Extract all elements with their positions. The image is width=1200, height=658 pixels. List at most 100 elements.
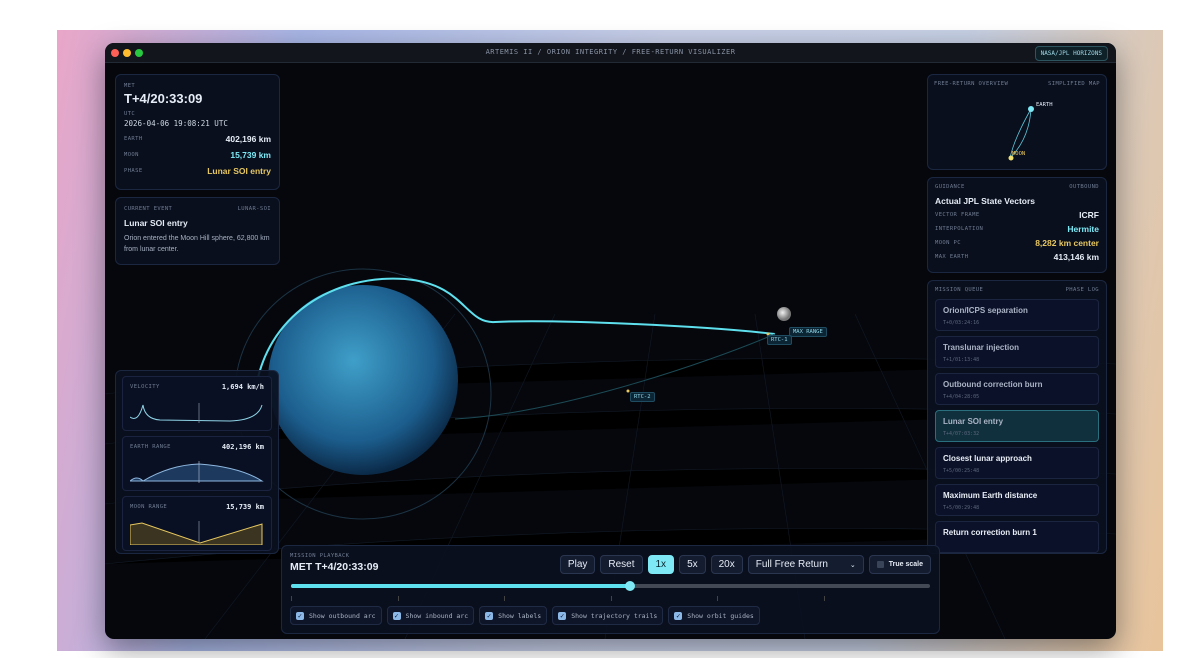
- checkbox-checked-icon: ✓: [674, 611, 683, 620]
- guidance-value: ICRF: [1079, 210, 1099, 220]
- queue-item-name: Maximum Earth distance: [943, 491, 1038, 500]
- overview-label: FREE-RETURN OVERVIEW: [934, 81, 1009, 87]
- guidance-key: MOON PC: [935, 240, 961, 246]
- queue-item[interactable]: Orion/ICPS separation T+0/03:24:16: [935, 299, 1099, 331]
- window-title: ARTEMIS II / ORION INTEGRITY / FREE-RETU…: [485, 48, 736, 56]
- utc-value: 2026-04-06 19:08:21 UTC: [124, 119, 228, 128]
- mode-select[interactable]: Full Free Return ⌄: [747, 555, 864, 574]
- queue-item-name: Translunar injection: [943, 343, 1020, 352]
- checkbox-checked-icon: ✓: [392, 611, 401, 620]
- guidance-mode: OUTBOUND: [1069, 184, 1099, 190]
- timeline-thumb[interactable]: [624, 581, 635, 591]
- velocity-chart: VELOCITY 1,694 km/h: [122, 376, 272, 431]
- checkbox-checked-icon: ✓: [485, 611, 494, 620]
- rtc2-label: RTC-2: [630, 392, 655, 402]
- reset-button[interactable]: Reset: [600, 555, 643, 574]
- toggle-label: Show trajectory trails: [571, 611, 658, 620]
- overview-earth-label: EARTH: [1036, 102, 1053, 108]
- queue-item-name: Closest lunar approach: [943, 454, 1032, 463]
- app-window: ARTEMIS II / ORION INTEGRITY / FREE-RETU…: [105, 43, 1116, 639]
- queue-item-time: T+5/00:25:48: [943, 468, 980, 474]
- guidance-value: 8,282 km center: [1035, 238, 1099, 248]
- max-range-label: MAX RANGE: [789, 327, 827, 337]
- queue-item-time: T+4/07:03:32: [943, 431, 980, 437]
- checkbox-checked-icon: ✓: [296, 611, 304, 620]
- speed-1x-button[interactable]: 1x: [647, 555, 675, 574]
- chart-value: 402,196 km: [221, 443, 264, 451]
- met-value: T+4/20:33:09: [124, 91, 203, 106]
- overview-earth-marker: [1028, 106, 1034, 112]
- toggle-orbit-guides[interactable]: ✓ Show orbit guides: [668, 606, 760, 625]
- queue-item[interactable]: Translunar injection T+1/01:13:48: [935, 336, 1099, 368]
- guidance-key: MAX EARTH: [935, 254, 969, 260]
- toggle-trajectory-trails[interactable]: ✓ Show trajectory trails: [552, 606, 664, 625]
- timeline-ticks: [291, 596, 930, 601]
- overview-mode: SIMPLIFIED MAP: [1048, 81, 1100, 87]
- guidance-key: VECTOR FRAME: [935, 212, 980, 218]
- queue-item-name: Orion/ICPS separation: [943, 306, 1028, 315]
- source-badge: NASA/JPL HORIZONS: [1034, 46, 1108, 61]
- chart-label: EARTH RANGE: [130, 444, 171, 450]
- telemetry-charts-panel: VELOCITY 1,694 km/h EARTH RANGE 402,196 km…: [115, 370, 279, 554]
- moon: [777, 307, 791, 321]
- utc-label: UTC: [124, 111, 136, 117]
- playback-panel: MISSION PLAYBACK MET T+4/20:33:09 Play R…: [281, 545, 940, 634]
- queue-mode: PHASE LOG: [1065, 287, 1099, 293]
- timeline-slider[interactable]: [291, 581, 930, 591]
- play-button[interactable]: Play: [559, 555, 596, 574]
- toggle-label: Show outbound arc: [309, 611, 376, 620]
- speed-5x-button[interactable]: 5x: [679, 555, 706, 574]
- status-panel: MET T+4/20:33:09 UTC 2026-04-06 19:08:21…: [115, 74, 280, 190]
- phase-value: Lunar SOI entry: [207, 166, 271, 176]
- mission-queue-panel: MISSION QUEUE PHASE LOG Orion/ICPS separa…: [927, 280, 1107, 554]
- queue-item[interactable]: Maximum Earth distance T+5/00:29:48: [935, 484, 1099, 516]
- 3d-scene[interactable]: MAX RANGE RTC-1 RTC-2 MET T+4/20:33:09 U…: [105, 64, 1116, 639]
- queue-item-name: Outbound correction burn: [943, 380, 1043, 389]
- guidance-value: 413,146 km: [1053, 252, 1099, 262]
- moon-label: MOON: [124, 152, 139, 158]
- toggle-labels[interactable]: ✓ Show labels: [479, 606, 548, 625]
- overview-map-panel: FREE-RETURN OVERVIEW SIMPLIFIED MAP EARTH…: [927, 74, 1107, 170]
- rtc1-label: RTC-1: [767, 335, 792, 345]
- current-event-panel: CURRENT EVENT LUNAR-SOI Lunar SOI entry O…: [115, 197, 280, 265]
- guidance-panel: GUIDANCE OUTBOUND Actual JPL State Vector…: [927, 177, 1107, 273]
- chart-label: VELOCITY: [130, 384, 160, 390]
- earth-distance: 402,196 km: [225, 134, 271, 144]
- chart-label: MOON RANGE: [130, 504, 168, 510]
- guidance-value: Hermite: [1067, 224, 1099, 234]
- event-label: CURRENT EVENT: [124, 206, 173, 212]
- event-title: Lunar SOI entry: [124, 218, 188, 228]
- earth-range-chart: EARTH RANGE 402,196 km: [122, 436, 272, 491]
- queue-item-time: T+5/00:29:48: [943, 505, 980, 511]
- toggle-inbound-arc[interactable]: ✓ Show inbound arc: [386, 606, 475, 625]
- queue-item[interactable]: Return correction burn 1: [935, 521, 1099, 553]
- met-label: MET: [124, 83, 136, 89]
- queue-item-active[interactable]: Lunar SOI entry T+4/07:03:32: [935, 410, 1099, 442]
- guidance-title: Actual JPL State Vectors: [935, 196, 1035, 206]
- chart-value: 1,694 km/h: [221, 383, 264, 391]
- queue-item-time: T+1/01:13:48: [943, 357, 980, 363]
- queue-label: MISSION QUEUE: [935, 287, 984, 293]
- timeline-progress: [291, 584, 630, 588]
- checkbox-icon: [876, 561, 884, 568]
- queue-item-time: T+0/03:24:16: [943, 320, 980, 326]
- true-scale-toggle[interactable]: True scale: [868, 555, 931, 574]
- guidance-label: GUIDANCE: [935, 184, 965, 190]
- moon-distance: 15,739 km: [230, 150, 271, 160]
- queue-item[interactable]: Outbound correction burn T+4/04:28:05: [935, 373, 1099, 405]
- queue-item-time: T+4/04:28:05: [943, 394, 980, 400]
- phase-label: PHASE: [124, 168, 143, 174]
- mode-select-value: Full Free Return: [755, 559, 828, 570]
- checkbox-checked-icon: ✓: [558, 611, 567, 620]
- toggle-outbound-arc[interactable]: ✓ Show outbound arc: [290, 606, 382, 625]
- queue-item[interactable]: Closest lunar approach T+5/00:25:48: [935, 447, 1099, 479]
- event-code: LUNAR-SOI: [237, 206, 271, 212]
- chevron-down-icon: ⌄: [849, 561, 856, 569]
- toggle-label: Show labels: [498, 611, 542, 620]
- speed-20x-button[interactable]: 20x: [710, 555, 743, 574]
- chart-value: 15,739 km: [226, 503, 264, 511]
- earth-label: EARTH: [124, 136, 143, 142]
- toggle-label: Show inbound arc: [405, 611, 469, 620]
- event-description: Orion entered the Moon Hill sphere, 62,8…: [124, 235, 270, 253]
- queue-item-name: Return correction burn 1: [943, 528, 1037, 537]
